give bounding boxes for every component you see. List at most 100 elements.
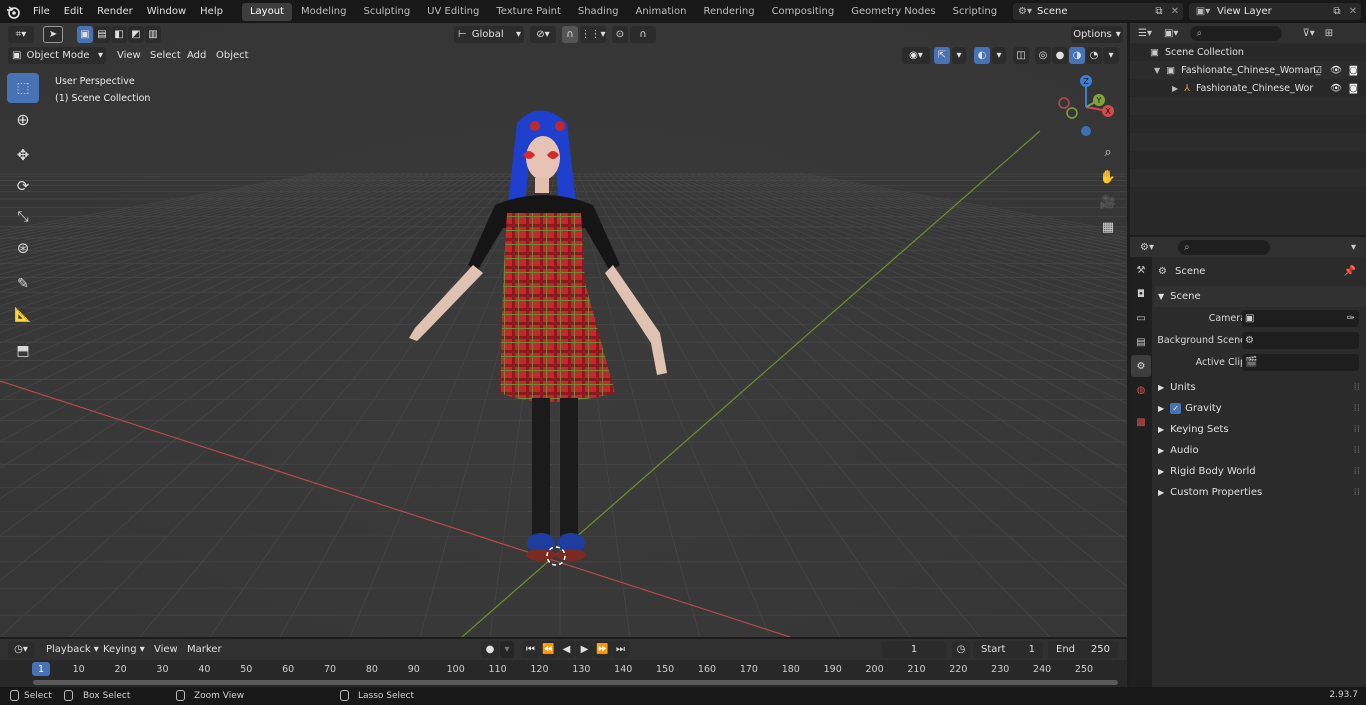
visibility-dropdown[interactable]: ◉▾ [902, 47, 930, 64]
tab-compositing[interactable]: Compositing [764, 3, 843, 21]
auto-keying-toggle[interactable]: ● [481, 641, 499, 658]
shading-rendered-button[interactable]: ◔ [1086, 47, 1102, 64]
zoom-view-button[interactable]: ⌕ [1096, 140, 1120, 164]
frame-ruler[interactable]: 1 10 20 30 40 50 60 70 80 90 100 110 120 130 140 150 160… [0, 660, 1127, 678]
ortho-toggle-button[interactable]: ▦ [1096, 215, 1120, 239]
start-frame-field[interactable]: Start 1 [973, 641, 1043, 658]
remove-view-layer-icon[interactable]: ✕ [1345, 6, 1361, 17]
menu-window[interactable]: Window [140, 0, 193, 23]
move-tool[interactable]: ✥ [7, 140, 39, 170]
tab-render[interactable]: ◘ [1131, 283, 1151, 305]
character-model[interactable] [395, 93, 695, 593]
options-dropdown[interactable]: Options ▾ [1071, 26, 1123, 43]
tab-scripting[interactable]: Scripting [945, 3, 1005, 21]
tab-view-layer[interactable]: ▤ [1131, 331, 1151, 353]
preview-range-toggle[interactable]: ◷ [952, 641, 970, 658]
pan-view-button[interactable]: ✋ [1096, 165, 1120, 189]
drag-handle-icon[interactable]: ⁞⁞ [1354, 487, 1360, 498]
transform-tool[interactable]: ⊛ [7, 233, 39, 263]
tab-texture[interactable]: ▩ [1131, 411, 1151, 433]
camera-render-icon[interactable]: ◙ [1349, 83, 1358, 94]
scene-selector[interactable]: ⚙▾ Scene ⧉ ✕ [1013, 3, 1183, 20]
menu-select[interactable]: Select [150, 47, 181, 64]
prev-keyframe-button[interactable]: ⏪ [540, 641, 557, 658]
tab-uv-editing[interactable]: UV Editing [419, 3, 487, 21]
display-mode-icon[interactable]: ▣▾ [1164, 28, 1178, 39]
mode-extend-button[interactable]: ▤ [94, 26, 110, 43]
copy-scene-icon[interactable]: ⧉ [1151, 6, 1167, 17]
menu-object[interactable]: Object [216, 47, 249, 64]
outliner-row-scene-collection[interactable]: ▣ Scene Collection [1130, 43, 1366, 61]
mode-intersect-button[interactable]: ▥ [145, 26, 161, 43]
pivot-point-dropdown[interactable]: ⊘▾ [530, 26, 556, 43]
tab-rendering[interactable]: Rendering [695, 3, 762, 21]
gravity-checkbox[interactable]: ✓ [1170, 403, 1182, 414]
end-frame-field[interactable]: End 250 [1048, 641, 1118, 658]
mode-set-button[interactable]: ▣ [77, 26, 93, 43]
filter-icon[interactable]: ⊽▾ [1302, 28, 1314, 39]
editor-type-dropdown[interactable]: ⌗▾ [8, 26, 34, 43]
play-button[interactable]: ▶ [576, 641, 593, 658]
menu-file[interactable]: File [26, 0, 57, 23]
tab-tool[interactable]: ⚒ [1131, 259, 1151, 281]
timeline-view-menu[interactable]: View [154, 641, 178, 658]
tab-scene[interactable]: ⚙ [1131, 355, 1151, 377]
object-mode-dropdown[interactable]: ▣ Object Mode ▾ [8, 47, 106, 64]
properties-editor-icon[interactable]: ⚙▾ [1140, 242, 1154, 253]
blender-logo-icon[interactable] [0, 0, 26, 23]
copy-view-layer-icon[interactable]: ⧉ [1329, 6, 1345, 17]
camera-view-button[interactable]: 🎥 [1096, 190, 1120, 214]
mode-subtract-button[interactable]: ◧ [111, 26, 127, 43]
tab-output[interactable]: ▭ [1131, 307, 1151, 329]
overlays-toggle[interactable]: ◐ [974, 47, 990, 64]
xray-toggle[interactable]: ◫ [1013, 47, 1029, 64]
transform-orientation-dropdown[interactable]: ⊢ Global ▾ [454, 26, 524, 43]
tab-shading[interactable]: Shading [570, 3, 627, 21]
overlays-dropdown[interactable]: ▾ [992, 47, 1006, 64]
gizmo-dropdown[interactable]: ▾ [952, 47, 966, 64]
scale-tool[interactable]: ⤡ [7, 202, 39, 232]
eye-icon[interactable]: 👁 [1330, 65, 1342, 76]
menu-add[interactable]: Add [187, 47, 206, 64]
select-tool-indicator[interactable]: ➤ [43, 26, 63, 43]
eyedropper-icon[interactable]: ✑ [1347, 313, 1355, 324]
jump-start-button[interactable]: ⏮ [522, 641, 539, 658]
timeline-scrollbar[interactable] [33, 680, 1118, 685]
checkbox-icon[interactable]: ☑ [1313, 65, 1322, 76]
menu-view[interactable]: View [117, 47, 141, 64]
audio-panel[interactable]: ▶ Audio ⁞⁞ [1154, 440, 1366, 461]
marker-menu[interactable]: Marker [187, 641, 222, 658]
drag-handle-icon[interactable]: ⁞⁞ [1354, 403, 1360, 414]
menu-render[interactable]: Render [90, 0, 140, 23]
new-collection-icon[interactable]: ⊞ [1325, 28, 1333, 39]
camera-render-icon[interactable]: ◙ [1349, 65, 1358, 76]
proportional-edit-toggle[interactable]: ⊙ [612, 26, 628, 43]
drag-handle-icon[interactable]: ⁞⁞ [1354, 445, 1360, 456]
camera-field[interactable]: ▣ ✑ [1242, 309, 1359, 327]
drag-handle-icon[interactable]: ⁞⁞ [1354, 466, 1360, 477]
background-scene-field[interactable]: ⚙ [1242, 331, 1359, 349]
measure-tool[interactable]: 📐 [7, 300, 39, 330]
add-cube-tool[interactable]: ⬒ [7, 336, 39, 366]
expand-icon[interactable]: ▶ [1172, 84, 1178, 93]
next-keyframe-button[interactable]: ⏩ [594, 641, 611, 658]
keying-menu[interactable]: Keying ▾ [103, 641, 145, 658]
snap-target-dropdown[interactable]: ⋮⋮▾ [580, 26, 606, 43]
view-layer-selector[interactable]: ▣▾ View Layer ⧉ ✕ [1189, 3, 1361, 20]
tab-layout[interactable]: Layout [241, 2, 292, 21]
units-panel[interactable]: ▶ Units ⁞⁞ [1154, 377, 1366, 398]
outliner-row-collection[interactable]: ▼ ▣ Fashionate_Chinese_Woman_ ☑ 👁 ◙ [1130, 61, 1366, 79]
active-clip-field[interactable]: 🎬 [1242, 353, 1359, 371]
mode-invert-button[interactable]: ◩ [128, 26, 144, 43]
pin-icon[interactable]: 📌 [1344, 266, 1356, 277]
outliner-row-object[interactable]: ▶ ⅄ Fashionate_Chinese_Wor 👁 ◙ [1130, 79, 1366, 97]
play-reverse-button[interactable]: ◀ [558, 641, 575, 658]
select-box-tool[interactable]: ⬚ [7, 73, 39, 103]
outliner-search-input[interactable]: ⌕ [1190, 25, 1283, 41]
navigation-gizmo[interactable]: X Y Z [1052, 73, 1120, 141]
gizmo-toggle[interactable]: ⇱ [934, 47, 950, 64]
proportional-falloff-dropdown[interactable]: ∩ [630, 26, 656, 43]
annotate-tool[interactable]: ✎ [7, 269, 39, 299]
menu-help[interactable]: Help [193, 0, 230, 23]
tab-world[interactable]: ◍ [1131, 379, 1151, 401]
